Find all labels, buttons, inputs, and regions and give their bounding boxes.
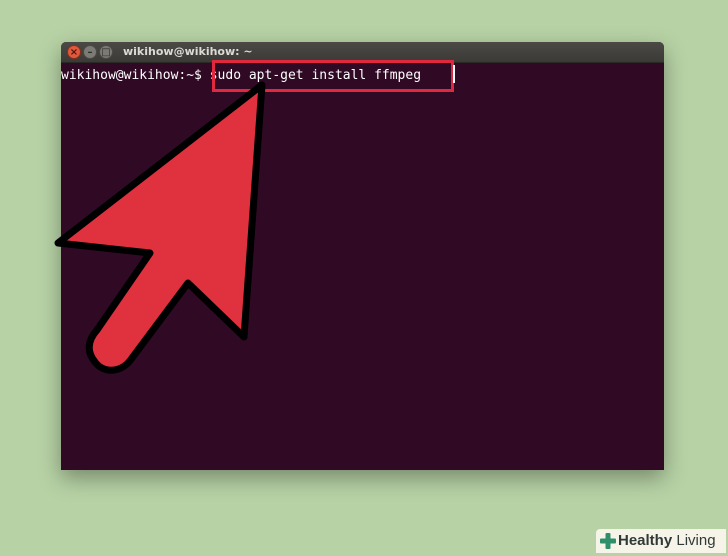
health-cross-icon [600, 533, 616, 549]
terminal-window: × – □ wikihow@wikihow: ~ wikihow@wikihow… [61, 42, 664, 470]
window-title: wikihow@wikihow: ~ [123, 45, 253, 58]
watermark-logo: Healthy Living [596, 529, 726, 553]
terminal-prompt: wikihow@wikihow:~$ [61, 68, 210, 83]
command-highlight-box [212, 60, 454, 92]
close-icon[interactable]: × [67, 45, 81, 59]
watermark-text: Healthy Living [618, 532, 716, 549]
minimize-icon[interactable]: – [83, 45, 97, 59]
text-cursor [453, 65, 455, 83]
maximize-icon[interactable]: □ [99, 45, 113, 59]
